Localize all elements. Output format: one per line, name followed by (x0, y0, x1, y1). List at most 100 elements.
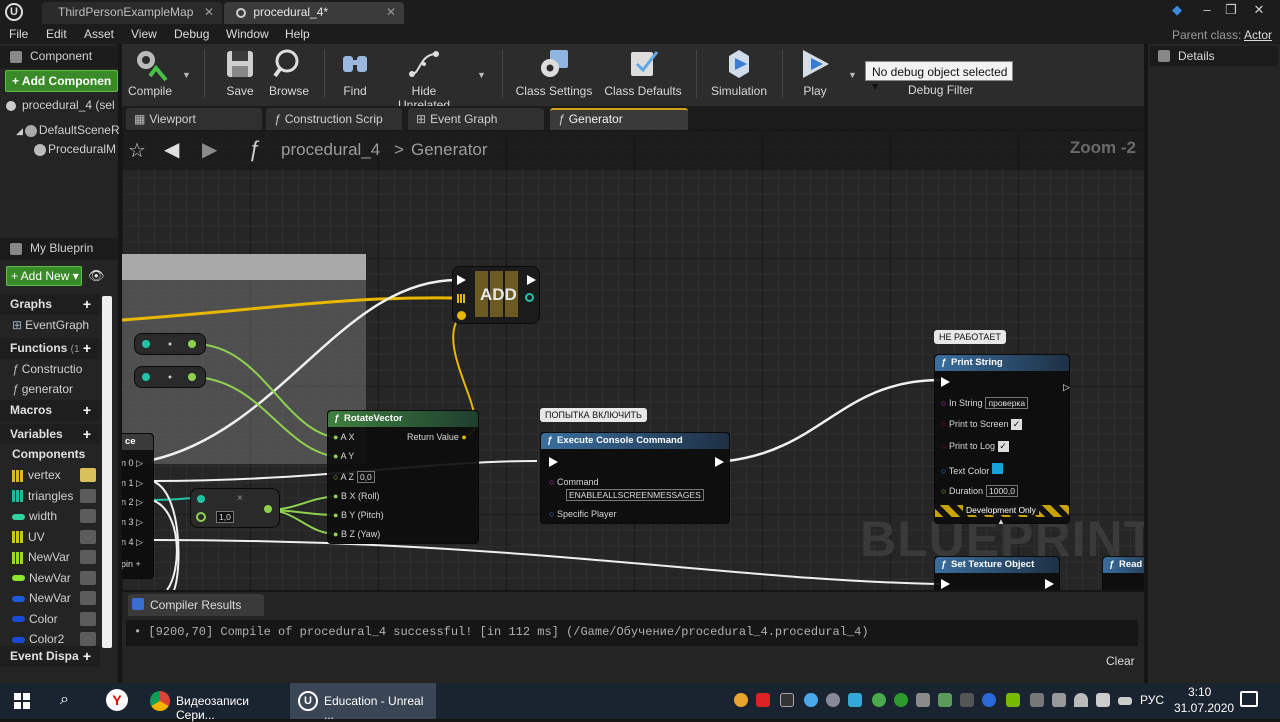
item-in-pin[interactable] (457, 311, 466, 320)
exec-out-pin[interactable]: ▷ (1055, 377, 1070, 392)
variable-item[interactable]: UV (0, 528, 100, 548)
eye-closed-icon[interactable] (80, 509, 96, 523)
variable-item[interactable]: triangles (0, 487, 100, 507)
blueprint-graph[interactable]: BLUEPRINT ADD ce n 0 ▷ n 1 ▷ n 2 ▷ n 3 ▷… (122, 130, 1144, 590)
clock-time[interactable]: 3:10 (1188, 685, 1211, 699)
pin-ay[interactable]: ● A Y (333, 451, 354, 461)
hide-unrelated-dropdown-icon[interactable]: ▼ (477, 70, 486, 80)
menu-help[interactable]: Help (285, 27, 310, 41)
pin-az[interactable]: ○ A Z 0,0 (333, 471, 375, 483)
add-variable-icon[interactable]: + (80, 427, 94, 442)
pin-bx[interactable]: ● B X (Roll) (333, 491, 379, 501)
tray-edit-icon[interactable] (916, 693, 930, 707)
variable-item[interactable]: NewVar (0, 548, 100, 568)
graph-item-eventgraph[interactable]: ⊞ EventGraph (0, 316, 100, 336)
function-item-construction[interactable]: ƒ Constructio (0, 360, 100, 380)
compile-dropdown-icon[interactable]: ▼ (182, 70, 191, 80)
node-comment-bubble[interactable]: ПОПЫТКА ВКЛЮЧИТЬ (540, 408, 647, 422)
menu-asset[interactable]: Asset (84, 27, 114, 41)
add-macro-icon[interactable]: + (80, 403, 94, 418)
search-icon[interactable]: ⌕ (60, 691, 69, 709)
node-comment-bubble[interactable]: НЕ РАБОТАЕТ (934, 330, 1006, 344)
parent-class-link[interactable]: Actor (1244, 28, 1272, 42)
tray-youtube-icon[interactable] (756, 693, 770, 707)
math-node-value[interactable]: 1,0 (216, 511, 234, 523)
eye-open-icon[interactable] (80, 468, 96, 482)
close-window-icon[interactable]: ✕ (1248, 2, 1270, 20)
exec-out-pin[interactable] (1045, 579, 1054, 589)
exec-out-pin[interactable] (527, 275, 536, 285)
pin-return-value[interactable]: Return Value ● (407, 432, 467, 442)
tray-cloud-icon[interactable] (804, 693, 818, 707)
variable-item[interactable]: vertex (0, 466, 100, 486)
tray-app-icon[interactable] (848, 693, 862, 707)
print-string-node[interactable]: ƒ Print String ▷ ○ In String проверка ○ P… (934, 354, 1070, 526)
read-node[interactable]: ƒ Read (1102, 556, 1144, 590)
eye-closed-icon[interactable] (80, 591, 96, 605)
print-to-log-pin[interactable]: ○ Print to Log ✓ (941, 441, 1009, 452)
wifi-icon[interactable] (1074, 693, 1088, 707)
back-arrow-icon[interactable]: ◀ (164, 137, 179, 162)
clock-date[interactable]: 31.07.2020 (1174, 701, 1234, 715)
play-button[interactable]: Play (792, 46, 838, 98)
variable-item[interactable]: NewVar (0, 569, 100, 589)
tray-check-icon[interactable] (938, 693, 952, 707)
tray-nvidia-icon[interactable] (1006, 693, 1020, 707)
duration-value[interactable]: 1000,0 (985, 485, 1018, 497)
taskbar-item-browser[interactable]: Видеозаписи Сери... (142, 683, 288, 722)
partial-pin-1[interactable]: n 1 ▷ (122, 478, 143, 489)
yandex-browser-icon[interactable]: Y (106, 689, 128, 711)
duration-pin[interactable]: ○ Duration 1000,0 (941, 485, 1018, 497)
debug-object-select[interactable]: No debug object selected ▾ (865, 61, 1013, 93)
close-icon[interactable]: ✕ (386, 5, 396, 19)
checkbox-checked-icon[interactable]: ✓ (1011, 419, 1022, 430)
taskbar-item-unreal[interactable]: U Education - Unreal ... (290, 683, 436, 722)
restore-icon[interactable]: ❐ (1220, 2, 1242, 20)
feedback-icon[interactable]: ◆ (1166, 2, 1188, 20)
variable-item[interactable]: width (0, 507, 100, 527)
save-button[interactable]: Save (220, 46, 260, 98)
tab-compiler-results[interactable]: Compiler Results (128, 594, 264, 616)
eye-closed-icon[interactable] (80, 611, 96, 626)
browse-button[interactable]: Browse (266, 46, 312, 98)
add-graph-icon[interactable]: + (80, 297, 94, 312)
command-pin[interactable]: ○ Command (549, 477, 598, 487)
partial-pin-2[interactable]: n 2 ▷ (122, 497, 143, 508)
hide-unrelated-button[interactable]: Hide Unrelated (384, 46, 464, 112)
tab-generator[interactable]: ƒ Generator (550, 108, 688, 130)
tray-network-icon[interactable] (1030, 693, 1044, 707)
components-category[interactable]: Components (0, 444, 100, 465)
partial-pin-4[interactable]: n 4 ▷ (122, 537, 143, 548)
exec-in-pin[interactable] (941, 579, 950, 589)
windows-start-icon[interactable] (14, 693, 30, 709)
partial-node[interactable]: ce n 0 ▷ n 1 ▷ n 2 ▷ n 3 ▷ n 4 ▷ pin + (122, 433, 154, 579)
close-icon[interactable]: ✕ (204, 5, 214, 19)
az-value[interactable]: 0,0 (356, 471, 375, 483)
compile-button[interactable]: Compile (126, 46, 174, 98)
bluetooth-icon[interactable] (982, 693, 996, 707)
doc-tab-blueprint[interactable]: procedural_4* ✕ (224, 2, 404, 24)
execute-console-command-node[interactable]: ƒ Execute Console Command ○ Command ENAB… (540, 432, 730, 524)
menu-view[interactable]: View (131, 27, 157, 41)
component-procedural-mesh[interactable]: ProceduralM (34, 142, 116, 156)
eye-closed-icon[interactable] (80, 488, 96, 503)
menu-file[interactable]: File (9, 27, 28, 41)
eye-closed-icon[interactable] (80, 550, 96, 564)
pin-ax[interactable]: ● A X (333, 432, 354, 442)
add-out-pin[interactable] (525, 293, 534, 302)
add-node[interactable]: ADD (452, 266, 540, 324)
print-to-screen-pin[interactable]: ○ Print to Screen ✓ (941, 419, 1022, 430)
class-settings-button[interactable]: Class Settings (514, 46, 594, 98)
component-scene-root[interactable]: ◢ DefaultSceneR (16, 123, 120, 137)
add-new-button[interactable]: + Add New ▾ (6, 266, 82, 286)
exec-in-pin[interactable] (457, 275, 466, 285)
set-texture-object-node[interactable]: ƒ Set Texture Object (934, 556, 1060, 590)
array-in-pin[interactable] (457, 294, 466, 303)
menu-edit[interactable]: Edit (46, 27, 67, 41)
color-swatch[interactable] (991, 463, 1003, 474)
component-root[interactable]: procedural_4 (sel (6, 98, 115, 112)
add-dispatcher-icon[interactable]: + (80, 649, 94, 664)
breadcrumb-root[interactable]: procedural_4 (281, 140, 380, 160)
clear-button[interactable]: Clear (1106, 654, 1135, 668)
tray-epic-icon[interactable] (780, 693, 794, 707)
